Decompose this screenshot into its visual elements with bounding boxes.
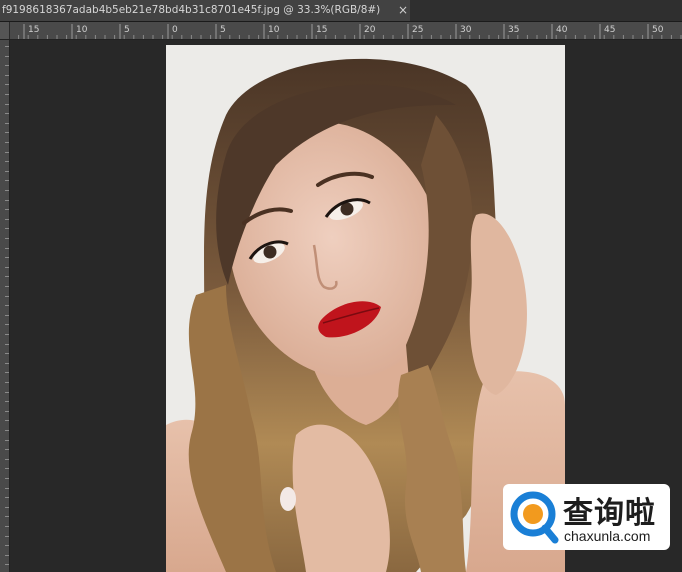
vruler-tick bbox=[5, 487, 9, 489]
vruler-tick bbox=[5, 362, 9, 364]
vruler-tick bbox=[5, 113, 9, 115]
ruler-label: 0 bbox=[172, 25, 178, 35]
vruler-tick bbox=[5, 94, 9, 95]
vruler-tick bbox=[5, 516, 9, 518]
vruler-tick bbox=[5, 266, 9, 268]
vruler-tick bbox=[5, 343, 9, 345]
vruler-tick bbox=[5, 46, 9, 47]
ruler-origin-corner[interactable] bbox=[0, 22, 10, 39]
vruler-tick bbox=[5, 55, 9, 57]
vruler-tick bbox=[5, 142, 9, 143]
ruler-label: 5 bbox=[124, 25, 130, 35]
ruler-label: 10 bbox=[268, 25, 280, 35]
vruler-tick bbox=[5, 497, 9, 499]
ruler-label: 35 bbox=[508, 25, 519, 35]
vruler-tick bbox=[5, 430, 9, 431]
ruler-ticks: 15 10 5 0 5 10 15 20 25 30 35 40 45 50 bbox=[8, 24, 682, 39]
ruler-label: 15 bbox=[28, 25, 39, 35]
vertical-ruler[interactable] bbox=[0, 40, 10, 572]
vruler-tick bbox=[5, 170, 9, 172]
ruler-label: 15 bbox=[316, 25, 327, 35]
vruler-tick bbox=[5, 372, 9, 374]
document-tab-title: f9198618367adab4b5eb21e78bd4b31c8701e45f… bbox=[2, 4, 381, 16]
watermark-badge: 查询啦 chaxunla.com bbox=[503, 484, 670, 550]
vruler-tick bbox=[5, 420, 9, 422]
vruler-tick bbox=[5, 353, 9, 355]
vruler-tick bbox=[5, 199, 9, 201]
vruler-tick bbox=[5, 286, 9, 287]
vruler-tick bbox=[5, 305, 9, 307]
vruler-tick bbox=[5, 247, 9, 249]
close-icon[interactable]: × bbox=[396, 0, 410, 21]
document-tab-bar: f9198618367adab4b5eb21e78bd4b31c8701e45f… bbox=[0, 0, 682, 22]
vruler-tick bbox=[5, 334, 9, 335]
ruler-label: 30 bbox=[460, 25, 472, 35]
vruler-tick bbox=[5, 439, 9, 441]
vruler-tick bbox=[5, 65, 9, 67]
vruler-tick bbox=[5, 228, 9, 230]
ruler-label: 50 bbox=[652, 25, 664, 35]
vruler-tick bbox=[5, 238, 9, 239]
vruler-tick bbox=[5, 391, 9, 393]
watermark-url: chaxunla.com bbox=[564, 528, 651, 544]
vruler-tick bbox=[5, 209, 9, 211]
vruler-tick bbox=[5, 103, 9, 105]
vruler-tick bbox=[5, 382, 9, 383]
ruler-label: 20 bbox=[364, 25, 376, 35]
ruler-label: 45 bbox=[604, 25, 615, 35]
vruler-tick bbox=[5, 74, 9, 76]
vruler-tick bbox=[5, 468, 9, 470]
vruler-tick bbox=[5, 324, 9, 326]
document-tab[interactable]: f9198618367adab4b5eb21e78bd4b31c8701e45f… bbox=[0, 0, 410, 21]
vruler-tick bbox=[5, 122, 9, 124]
vruler-tick bbox=[5, 180, 9, 182]
vruler-tick bbox=[5, 545, 9, 547]
vruler-tick bbox=[5, 257, 9, 259]
horizontal-ruler[interactable]: 15 10 5 0 5 10 15 20 25 30 35 40 45 50 bbox=[0, 22, 682, 40]
vruler-tick bbox=[5, 84, 9, 86]
ruler-label: 40 bbox=[556, 25, 568, 35]
search-magnifier-logo-icon bbox=[510, 491, 559, 544]
vruler-tick bbox=[5, 295, 9, 297]
watermark-brand-text: 查询啦 bbox=[563, 496, 656, 531]
vruler-tick bbox=[5, 401, 9, 403]
vruler-tick bbox=[5, 132, 9, 134]
vruler-tick bbox=[5, 449, 9, 451]
ruler-label: 5 bbox=[220, 25, 226, 35]
ruler-label: 10 bbox=[76, 25, 88, 35]
vruler-tick bbox=[5, 161, 9, 163]
vruler-tick bbox=[5, 190, 9, 191]
vruler-tick bbox=[5, 535, 9, 537]
vruler-tick bbox=[5, 276, 9, 278]
vruler-tick bbox=[5, 554, 9, 556]
vruler-tick bbox=[5, 564, 9, 566]
vruler-tick bbox=[5, 506, 9, 508]
vruler-tick bbox=[5, 458, 9, 460]
vruler-tick bbox=[5, 410, 9, 412]
ruler-label: 25 bbox=[412, 25, 423, 35]
vruler-tick bbox=[5, 478, 9, 479]
vruler-tick bbox=[5, 151, 9, 153]
vruler-tick bbox=[5, 314, 9, 316]
vruler-tick bbox=[5, 218, 9, 220]
vruler-tick bbox=[5, 526, 9, 527]
